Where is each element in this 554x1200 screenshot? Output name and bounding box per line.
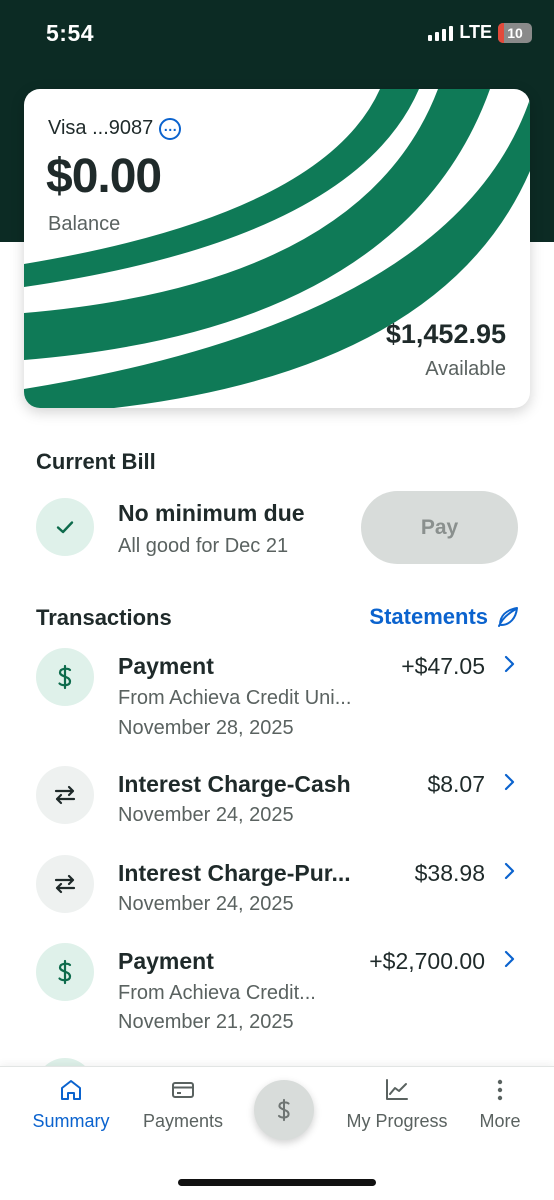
transaction-title: Interest Charge-Pur... <box>118 860 351 886</box>
card-name-label: Visa ...9087 <box>48 117 154 139</box>
check-icon <box>36 498 94 556</box>
bill-status: No minimum due <box>118 500 305 526</box>
transactions-title: Transactions <box>36 605 172 630</box>
transaction-date: November 21, 2025 <box>118 1011 294 1033</box>
tab-summary-label: Summary <box>32 1111 110 1131</box>
signal-icon <box>428 25 454 41</box>
current-bill-title: Current Bill <box>36 449 156 474</box>
chevron-right-icon <box>504 773 515 791</box>
status-indicators: LTE 10 <box>428 22 532 43</box>
transaction-row[interactable]: Interest Charge-Cash November 24, 2025 $… <box>0 764 554 836</box>
credit-card-icon <box>170 1077 196 1103</box>
credit-card-summary[interactable]: Visa ...9087 … $0.00 Balance $1,452.95 A… <box>24 89 530 408</box>
battery-level: 10 <box>507 24 523 41</box>
tab-more-label: More <box>479 1111 521 1131</box>
tab-my-progress[interactable]: My Progress <box>342 1077 452 1132</box>
card-available-label: Available <box>425 358 506 380</box>
transaction-row[interactable]: Payment From Achieva Credit Uni... Novem… <box>0 646 554 746</box>
battery-icon: 10 <box>498 22 532 43</box>
card-available: $1,452.95 <box>385 319 506 349</box>
chevron-right-icon <box>504 950 515 968</box>
bill-detail: All good for Dec 21 <box>118 535 289 557</box>
transaction-date: November 28, 2025 <box>118 717 294 739</box>
ellipsis-circle-icon[interactable]: … <box>159 117 182 140</box>
network-label: LTE <box>459 22 492 42</box>
transaction-amount: +$2,700.00 <box>369 948 485 974</box>
vertical-dots-icon <box>487 1077 513 1103</box>
chevron-right-icon <box>504 862 515 880</box>
dollar-icon <box>36 943 94 1001</box>
tab-payments[interactable]: Payments <box>138 1077 228 1132</box>
transaction-row[interactable]: Interest Charge-Pur... November 24, 2025… <box>0 853 554 925</box>
transaction-subtitle: From Achieva Credit... <box>118 982 316 1004</box>
transaction-subtitle: From Achieva Credit Uni... <box>118 687 352 709</box>
dollar-icon <box>277 1098 290 1122</box>
leaf-icon <box>498 607 518 627</box>
transaction-date: November 24, 2025 <box>118 804 294 826</box>
home-icon <box>58 1077 84 1103</box>
status-bar: 5:54 LTE 10 <box>0 0 554 70</box>
card-name: Visa ...9087 … <box>48 117 182 140</box>
transaction-row[interactable]: Payment From Achieva Credit... November … <box>0 941 554 1041</box>
card-balance: $0.00 <box>46 150 162 203</box>
tab-my-progress-label: My Progress <box>346 1111 448 1131</box>
center-dollar-button[interactable] <box>254 1080 314 1140</box>
transaction-title: Payment <box>118 948 214 974</box>
transfer-icon <box>36 855 94 913</box>
home-indicator[interactable] <box>178 1179 376 1186</box>
transaction-title: Interest Charge-Cash <box>118 771 351 797</box>
chart-line-icon <box>384 1077 410 1103</box>
pay-button[interactable]: Pay <box>361 491 518 564</box>
tab-more[interactable]: More <box>474 1077 526 1132</box>
dollar-icon <box>36 648 94 706</box>
tab-payments-label: Payments <box>142 1111 224 1131</box>
transaction-amount: $38.98 <box>414 860 485 886</box>
tab-summary[interactable]: Summary <box>30 1077 112 1132</box>
transfer-icon <box>36 766 94 824</box>
transaction-amount: $8.07 <box>427 771 485 797</box>
card-balance-label: Balance <box>48 213 121 235</box>
transaction-title: Payment <box>118 653 214 679</box>
status-time: 5:54 <box>46 20 95 46</box>
transaction-date: November 24, 2025 <box>118 893 294 915</box>
chevron-right-icon <box>504 655 515 673</box>
transaction-amount: +$47.05 <box>401 653 485 679</box>
statements-label: Statements <box>369 604 488 629</box>
statements-link[interactable]: Statements <box>369 604 520 630</box>
